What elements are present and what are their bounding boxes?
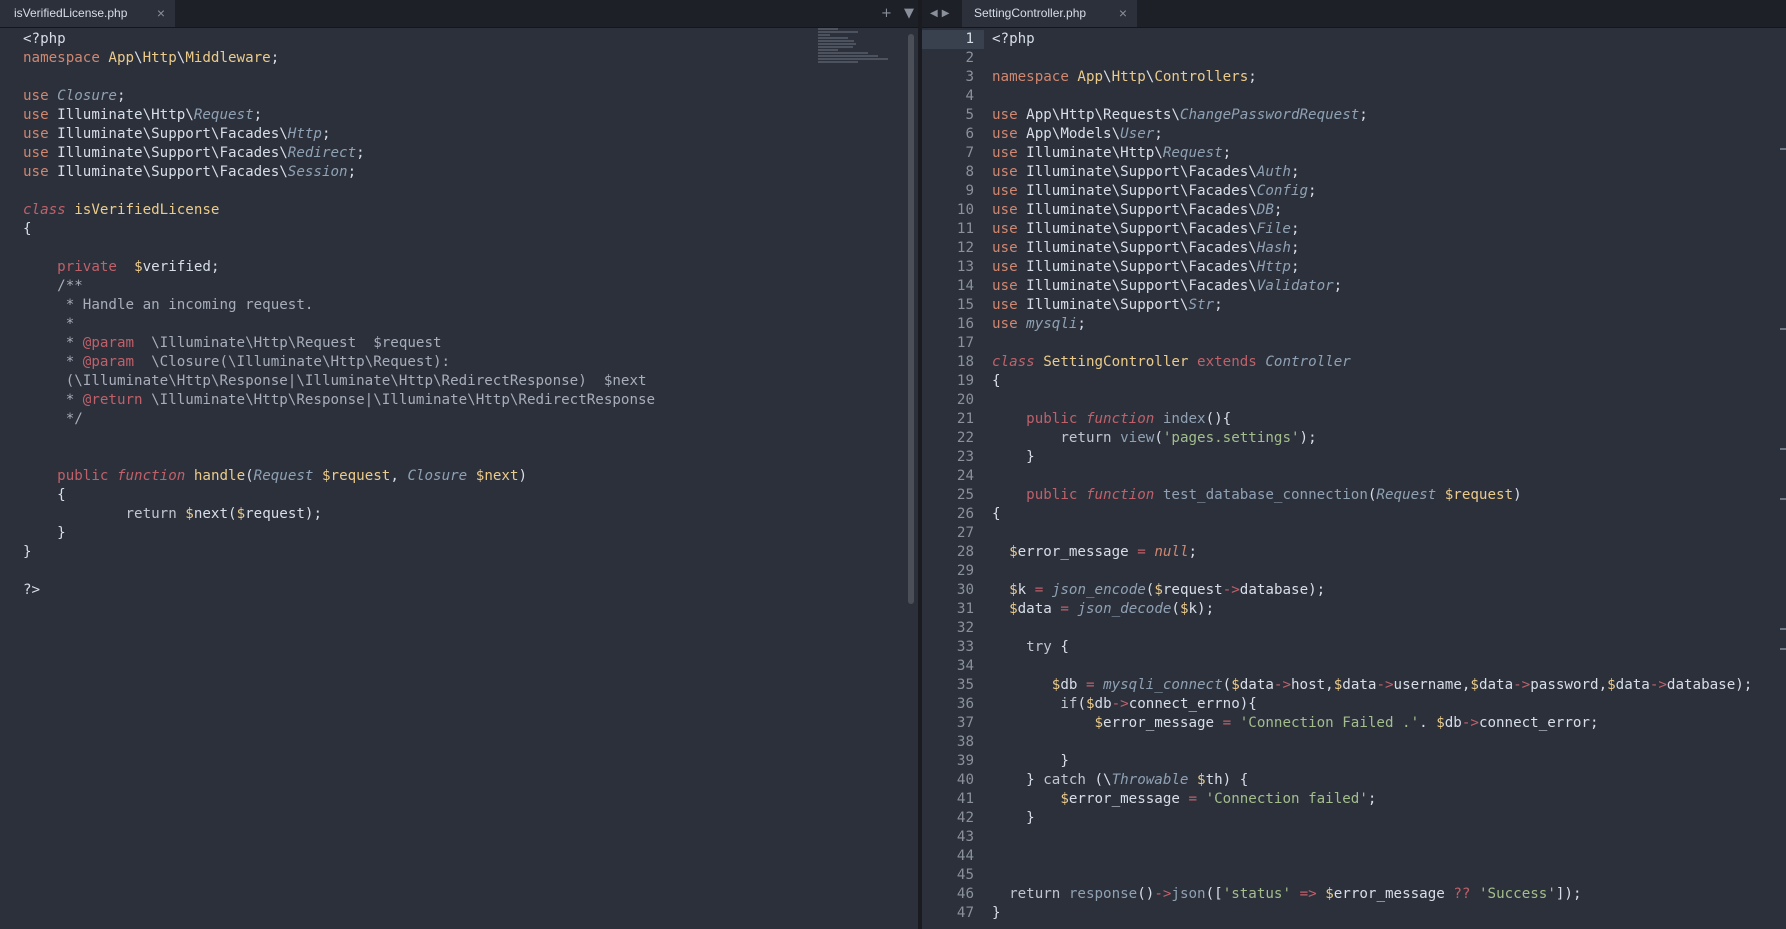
arrow-left-icon[interactable]: ◀	[930, 8, 942, 19]
line-number: 10	[956, 202, 974, 218]
line-number: 17	[956, 335, 974, 351]
line-number: 19	[956, 373, 974, 389]
arrow-right-icon[interactable]: ▶	[942, 8, 954, 19]
line-number: 8	[965, 164, 974, 180]
line-number: 43	[956, 829, 974, 845]
line-number: 27	[956, 525, 974, 541]
editor-window: isVerifiedLicense.php × + ▼ ◀▶ SettingCo…	[0, 0, 1786, 929]
minimap[interactable]	[818, 28, 893, 88]
line-number: 24	[956, 468, 974, 484]
line-number: 1	[922, 30, 984, 49]
tab-title: isVerifiedLicense.php	[14, 6, 128, 20]
line-number: 41	[956, 791, 974, 807]
line-number: 25	[956, 487, 974, 503]
line-number: 2	[965, 50, 974, 66]
right-editor-pane[interactable]: 1 2 3 4 5 6 7 8 9 10 11 12 13 14 15 16 17 18 19 20 21 22 23 24 2…	[922, 28, 1786, 929]
line-number: 21	[956, 411, 974, 427]
line-number: 46	[956, 886, 974, 902]
line-number: 28	[956, 544, 974, 560]
line-number: 33	[956, 639, 974, 655]
line-number: 14	[956, 278, 974, 294]
close-icon[interactable]: ×	[1119, 0, 1127, 27]
line-number: 15	[956, 297, 974, 313]
line-number: 44	[956, 848, 974, 864]
line-number: 6	[965, 126, 974, 142]
line-number: 5	[965, 107, 974, 123]
line-number: 30	[956, 582, 974, 598]
line-number: 34	[956, 658, 974, 674]
line-number: 26	[956, 506, 974, 522]
line-number: 16	[956, 316, 974, 332]
line-number: 23	[956, 449, 974, 465]
line-number: 11	[956, 221, 974, 237]
line-number: 47	[956, 905, 974, 921]
line-number: 35	[956, 677, 974, 693]
line-number: 12	[956, 240, 974, 256]
left-editor-pane[interactable]: <?php namespace App\Http\Middleware; use…	[0, 28, 918, 929]
chevron-down-icon[interactable]: ▼	[904, 6, 914, 21]
code-isverifiedlicense[interactable]: <?php namespace App\Http\Middleware; use…	[23, 30, 655, 600]
vertical-scrollbar[interactable]	[908, 34, 914, 604]
pane-controls: + ▼	[873, 0, 914, 27]
tab-settingcontroller[interactable]: SettingController.php ×	[962, 0, 1137, 27]
line-number: 40	[956, 772, 974, 788]
line-number: 29	[956, 563, 974, 579]
right-tab-bar: ◀▶ SettingController.php ×	[922, 0, 1786, 28]
line-number: 42	[956, 810, 974, 826]
line-number: 4	[965, 88, 974, 104]
line-number: 31	[956, 601, 974, 617]
line-number: 45	[956, 867, 974, 883]
line-number: 32	[956, 620, 974, 636]
line-number: 37	[956, 715, 974, 731]
line-number-gutter: 1 2 3 4 5 6 7 8 9 10 11 12 13 14 15 16 17 18 19 20 21 22 23 24 2…	[922, 30, 984, 923]
plus-icon[interactable]: +	[881, 6, 892, 21]
close-icon[interactable]: ×	[157, 0, 165, 27]
line-number: 39	[956, 753, 974, 769]
tab-isverifiedlicense[interactable]: isVerifiedLicense.php ×	[0, 0, 175, 27]
left-tab-bar: isVerifiedLicense.php × + ▼	[0, 0, 920, 28]
line-number: 13	[956, 259, 974, 275]
line-number: 38	[956, 734, 974, 750]
tab-nav-arrows: ◀▶	[930, 0, 953, 27]
line-number: 20	[956, 392, 974, 408]
line-number: 22	[956, 430, 974, 446]
line-number: 36	[956, 696, 974, 712]
line-number: 7	[965, 145, 974, 161]
tab-title: SettingController.php	[974, 6, 1087, 20]
line-number: 3	[965, 69, 974, 85]
line-number: 9	[965, 183, 974, 199]
line-number: 18	[956, 354, 974, 370]
code-settingcontroller[interactable]: <?php namespace App\Http\Controllers; us…	[992, 30, 1752, 923]
